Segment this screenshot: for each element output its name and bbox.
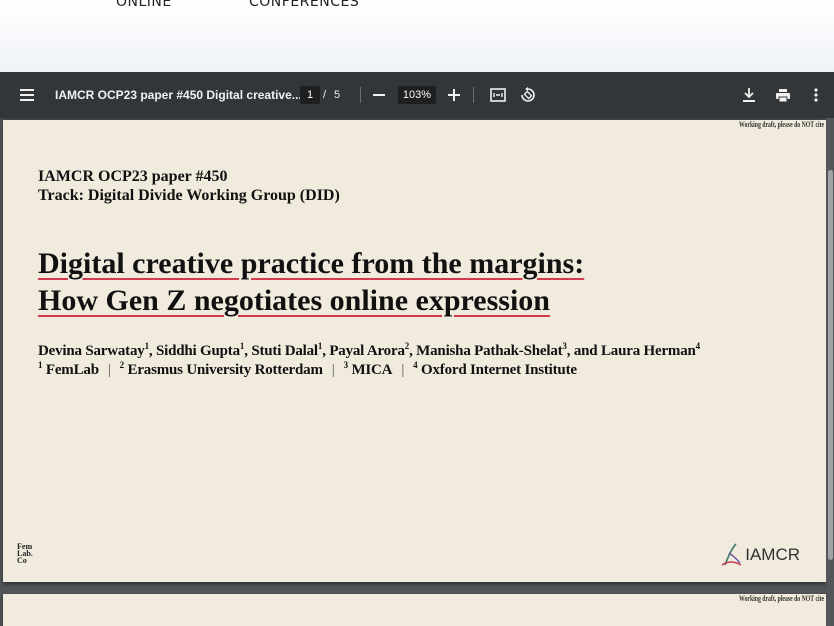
affiliation-number: 1 bbox=[38, 360, 43, 370]
iamcr-logo: IAMCR bbox=[721, 543, 800, 567]
affiliation-list: 1 FemLab | 2 Erasmus University Rotterdam |… bbox=[38, 360, 577, 379]
author-name: Stuti Dalal bbox=[251, 343, 318, 359]
fit-page-icon[interactable] bbox=[488, 85, 508, 105]
current-page[interactable]: 1 bbox=[300, 86, 320, 104]
author-separator: , and bbox=[566, 343, 601, 359]
pdf-scrollbar[interactable] bbox=[826, 118, 834, 626]
toolbar-divider bbox=[473, 87, 474, 103]
affiliation-number: 2 bbox=[119, 360, 125, 370]
pdf-toolbar: IAMCR OCP23 paper #450 Digital creative.… bbox=[0, 72, 834, 118]
site-nav: ONLINE CONFERENCES bbox=[0, 0, 834, 72]
print-icon[interactable] bbox=[773, 85, 793, 105]
affiliation-name: MICA bbox=[351, 362, 393, 378]
page-number-input[interactable]: 1 bbox=[300, 72, 320, 118]
download-icon[interactable] bbox=[739, 85, 759, 105]
iamcr-logo-icon bbox=[721, 543, 742, 566]
femlab-logo: Fem Lab. Co bbox=[17, 542, 33, 565]
document-title: IAMCR OCP23 paper #450 Digital creative.… bbox=[55, 88, 302, 102]
paper-title-line-1: Digital creative practice from the margi… bbox=[38, 247, 585, 280]
more-options-icon[interactable] bbox=[806, 85, 826, 105]
toolbar-divider bbox=[360, 87, 361, 103]
author-affiliation-number: 4 bbox=[695, 341, 701, 351]
rotate-icon[interactable] bbox=[518, 85, 538, 105]
pdf-viewer: IAMCR OCP23 paper #450 Digital creative.… bbox=[0, 72, 834, 626]
affiliation-name: Erasmus University Rotterdam bbox=[127, 362, 323, 378]
author-separator: , bbox=[148, 343, 156, 359]
author-name: Devina Sarwatay bbox=[38, 343, 145, 359]
zoom-level[interactable]: 103% bbox=[398, 86, 436, 104]
draft-note: Working draft, please do NOT cite bbox=[738, 594, 824, 603]
affiliation-name: FemLab bbox=[45, 362, 99, 378]
zoom-level-input[interactable]: 103% bbox=[398, 72, 436, 118]
author-name: Manisha Pathak-Shelat bbox=[416, 343, 563, 359]
author-name: Laura Herman bbox=[600, 343, 696, 359]
nav-link-conferences[interactable]: CONFERENCES bbox=[249, 0, 359, 10]
affiliation-divider: | bbox=[331, 362, 335, 378]
pdf-page-1: Working draft, please do NOT cite IAMCR … bbox=[3, 120, 826, 582]
author-name: Siddhi Gupta bbox=[156, 343, 240, 359]
paper-id: IAMCR OCP23 paper #450 bbox=[38, 168, 228, 185]
affiliation-divider: | bbox=[107, 362, 111, 378]
menu-icon[interactable] bbox=[17, 85, 37, 105]
affiliation-number: 4 bbox=[413, 360, 418, 370]
iamcr-logo-text: IAMCR bbox=[745, 545, 800, 564]
page-separator: / bbox=[323, 89, 327, 101]
affiliation-name: Oxford Internet Institute bbox=[421, 362, 577, 378]
pdf-page-2: Working draft, please do NOT cite bbox=[3, 594, 826, 626]
total-pages: 5 bbox=[334, 89, 341, 101]
author-list: Devina Sarwatay1, Siddhi Gupta1, Stuti D… bbox=[38, 341, 700, 360]
zoom-out-icon[interactable] bbox=[369, 85, 389, 105]
draft-note: Working draft, please do NOT cite bbox=[738, 120, 824, 129]
affiliation-number: 3 bbox=[343, 360, 349, 370]
affiliation-divider: | bbox=[401, 362, 405, 378]
zoom-in-icon[interactable] bbox=[444, 85, 464, 105]
track-label: Track: Digital Divide Working Group (DID… bbox=[38, 187, 340, 204]
nav-link-online[interactable]: ONLINE bbox=[116, 0, 172, 10]
paper-title-line-2: How Gen Z negotiates online expression bbox=[38, 284, 550, 317]
pdf-scrollbar-thumb[interactable] bbox=[828, 170, 833, 560]
author-name: Payal Arora bbox=[329, 343, 405, 359]
